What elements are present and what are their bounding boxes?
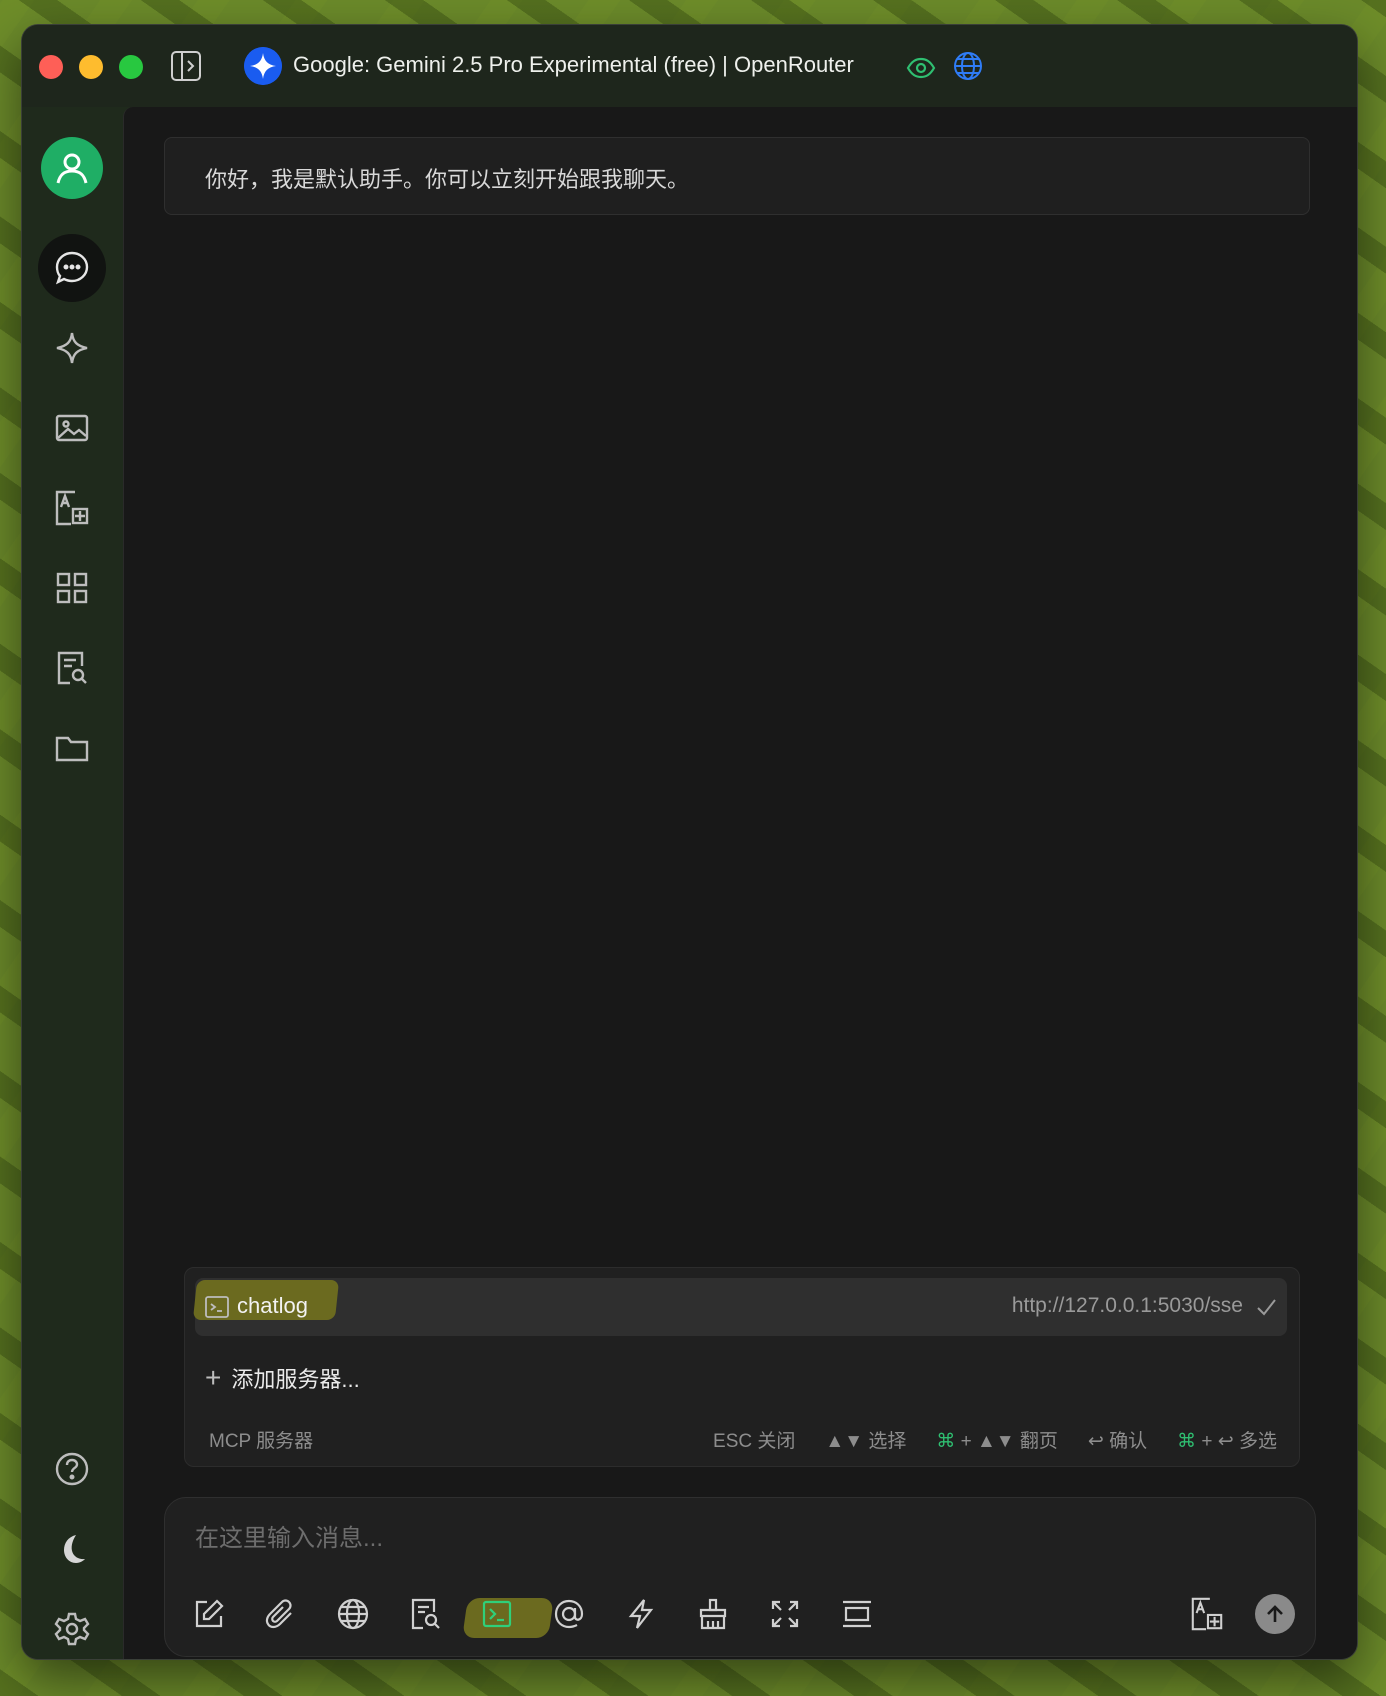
app-window: Google: Gemini 2.5 Pro Experimental (fre… [22,25,1357,1659]
translate-icon [1191,1597,1223,1631]
zoom-window-button[interactable] [119,55,143,79]
message-composer [164,1497,1316,1657]
chat-bubble-icon [55,251,89,285]
folder-icon [55,736,89,762]
sidebar-item-agents[interactable] [38,314,106,382]
expand-button[interactable] [765,1594,805,1634]
hint-close: ESC 关闭 [713,1431,796,1452]
sidebar-item-files[interactable] [38,714,106,782]
collapse-button[interactable] [837,1594,877,1634]
attachment-button[interactable] [261,1594,301,1634]
sidebar-item-images[interactable] [38,394,106,462]
quick-phrase-button[interactable] [621,1594,661,1634]
knowledge-base-icon [411,1598,440,1630]
clear-context-button[interactable] [693,1594,733,1634]
plus-icon: + [205,1362,222,1393]
mcp-terminal-icon [482,1600,512,1628]
mcp-footer-label: MCP 服务器 [209,1431,314,1452]
mention-icon [554,1599,584,1629]
moon-icon [64,1535,85,1563]
window-title: Google: Gemini 2.5 Pro Experimental (fre… [293,52,854,77]
expand-icon [771,1600,799,1628]
help-icon [55,1452,89,1486]
mcp-server-name: chatlog [237,1293,308,1318]
eye-icon[interactable] [906,53,936,83]
globe-icon[interactable] [952,50,984,82]
check-icon [1257,1299,1276,1316]
keyboard-hints: ESC 关闭 ▲▼ 选择 ⌘ + ▲▼ 翻页 ↩ 确认 ⌘ + ↩ 多选 [713,1426,1277,1453]
new-topic-icon [195,1599,224,1628]
quick-phrase-icon [628,1599,654,1629]
user-icon [56,153,88,184]
title-bar: Google: Gemini 2.5 Pro Experimental (fre… [22,25,1357,107]
document-search-icon [57,651,87,685]
collapse-icon [843,1600,871,1628]
grid-icon [56,572,88,604]
hint-page: ⌘ + ▲▼ 翻页 [936,1431,1058,1452]
send-button[interactable] [1255,1594,1295,1634]
assistant-greeting: 你好，我是默认助手。你可以立刻开始跟我聊天。 [164,137,1310,215]
gemini-logo-icon [244,47,282,85]
mcp-server-popup: chatlog http://127.0.0.1:5030/sse + 添加服务… [184,1267,1300,1467]
sidebar-toggle-icon[interactable] [169,49,203,83]
message-input[interactable] [193,1516,1197,1562]
mention-model-button[interactable] [549,1594,589,1634]
send-icon [1267,1605,1283,1622]
new-topic-button[interactable] [189,1594,229,1634]
web-search-icon [337,1598,369,1630]
clear-icon [699,1598,727,1630]
sidebar-item-theme[interactable] [38,1515,106,1583]
sidebar-item-help[interactable] [38,1435,106,1503]
sidebar-item-settings[interactable] [38,1595,106,1659]
sidebar-item-translate[interactable] [38,474,106,542]
sparkle-icon [56,332,88,364]
terminal-icon [205,1296,229,1318]
hint-multiselect: ⌘ + ↩ 多选 [1177,1431,1277,1452]
web-search-button[interactable] [333,1594,373,1634]
chat-area: 你好，我是默认助手。你可以立刻开始跟我聊天。 chatlog http://12… [123,107,1357,1659]
sidebar-item-apps[interactable] [38,554,106,622]
gear-icon [54,1612,90,1646]
knowledge-base-button[interactable] [405,1594,445,1634]
mcp-button[interactable] [477,1594,517,1634]
close-window-button[interactable] [39,55,63,79]
user-avatar[interactable] [41,137,103,199]
sidebar-item-knowledge[interactable] [38,634,106,702]
hint-select: ▲▼ 选择 [825,1431,907,1452]
translate-icon [55,490,89,526]
add-server-label: 添加服务器... [231,1367,360,1392]
sidebar [22,107,122,1659]
translate-input-button[interactable] [1187,1594,1227,1634]
add-server-button[interactable]: + 添加服务器... [205,1362,360,1394]
attachment-icon [265,1599,292,1629]
mcp-server-item-chatlog[interactable]: chatlog http://127.0.0.1:5030/sse [192,1278,1287,1336]
mcp-server-url: http://127.0.0.1:5030/sse [1011,1294,1243,1317]
image-icon [55,414,89,442]
sidebar-item-chat[interactable] [38,234,106,302]
hint-confirm: ↩ 确认 [1087,1431,1148,1452]
minimize-window-button[interactable] [79,55,103,79]
